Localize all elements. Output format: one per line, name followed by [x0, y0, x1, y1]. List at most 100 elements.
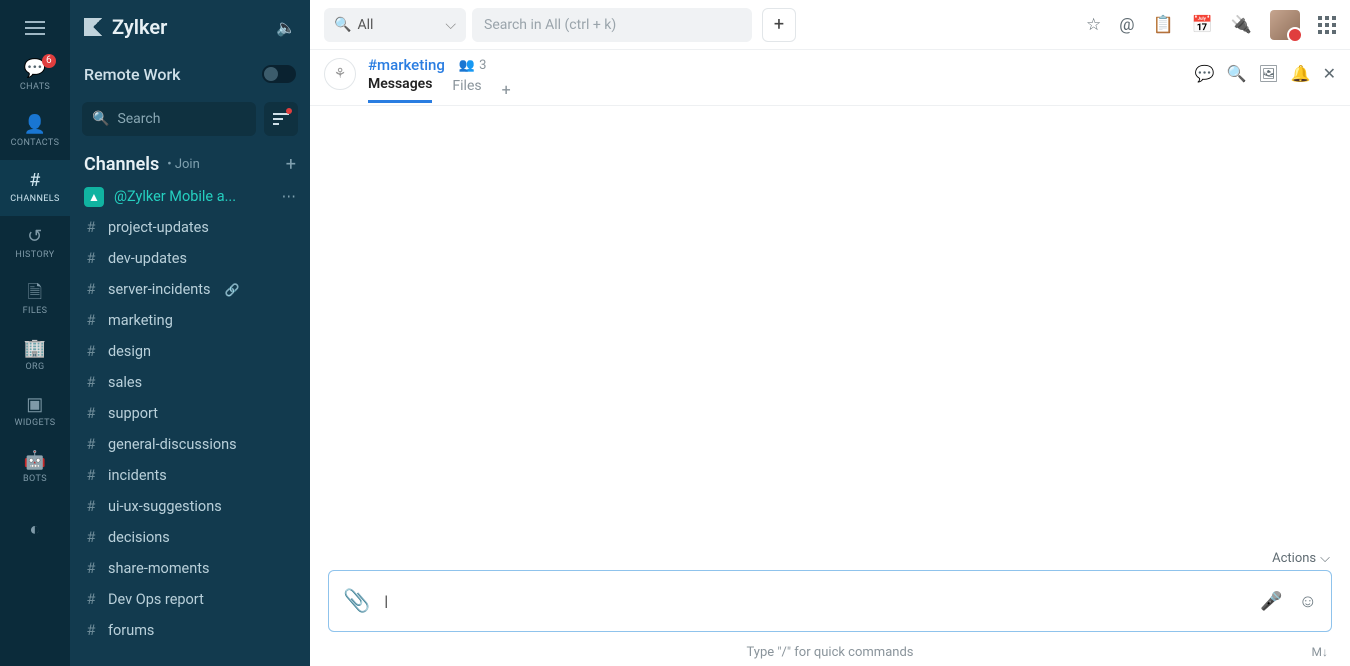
chevron-down-icon: ⌵ — [1320, 551, 1330, 566]
channel-name: decisions — [108, 529, 170, 546]
channel-item[interactable]: # share-moments — [70, 553, 310, 584]
sidebar: Zylker 🔈 Remote Work 🔍 Search Channels J… — [70, 0, 310, 666]
channel-list[interactable]: ▲@Zylker Mobile a...⋯#project-updates#de… — [70, 181, 310, 666]
calendar-icon[interactable]: 📅 — [1192, 15, 1213, 35]
channels-heading: Channels — [84, 154, 159, 175]
hash-icon: # — [84, 529, 98, 546]
close-icon[interactable]: ✕ — [1323, 64, 1336, 83]
tab-messages[interactable]: Messages — [368, 76, 432, 103]
channel-name: ui-ux-suggestions — [108, 498, 222, 515]
hash-icon: # — [84, 560, 98, 577]
actions-dropdown[interactable]: Actions ⌵ — [1272, 551, 1330, 566]
channel-item[interactable]: #sales — [70, 367, 310, 398]
attachment-icon[interactable]: 📎 — [343, 589, 370, 614]
add-channel-button[interactable]: + — [286, 154, 296, 175]
channel-name: Dev Ops report — [108, 591, 204, 608]
hash-icon: # — [84, 281, 98, 298]
hash-icon: # — [84, 498, 98, 515]
message-composer[interactable]: 📎 🎤 ☺ — [328, 570, 1332, 632]
channel-item[interactable]: # dev-updates — [70, 243, 310, 274]
rail-org[interactable]: 🏢 ORG — [0, 328, 70, 384]
channel-avatar: ⚘ — [324, 58, 356, 90]
search-icon: 🔍 — [334, 17, 351, 33]
channel-item[interactable]: ▲ @Zylker Mobile a... ⋯ — [70, 181, 310, 212]
plug-icon[interactable]: 🔌 — [1231, 15, 1252, 35]
add-tab-button[interactable]: + — [762, 8, 796, 42]
more-dots-icon[interactable]: ⋯ — [282, 188, 297, 205]
hash-icon: # — [84, 219, 98, 236]
channel-name: project-updates — [108, 219, 209, 236]
remote-work-toggle[interactable] — [262, 65, 296, 83]
tab-files[interactable]: Files — [452, 78, 481, 102]
sidebar-search[interactable]: 🔍 Search — [82, 102, 256, 136]
microphone-icon[interactable]: 🎤 — [1260, 591, 1282, 612]
channel-name: server-incidents — [108, 281, 211, 298]
unread-badge: 6 — [42, 54, 56, 68]
channel-title[interactable]: #marketing — [368, 56, 445, 74]
clipboard-icon[interactable]: 📋 — [1152, 15, 1173, 35]
mentions-icon[interactable]: @ — [1119, 15, 1134, 35]
rail-chats[interactable]: 6 💬 CHATS — [0, 48, 70, 104]
channel-item[interactable]: # ui-ux-suggestions — [70, 491, 310, 522]
hash-icon: # — [84, 374, 98, 391]
link-icon: 🔗 — [225, 283, 240, 297]
bell-icon[interactable]: 🔔 — [1291, 64, 1311, 83]
search-icon: 🔍 — [92, 111, 109, 127]
rail-channels[interactable]: # CHANNELS — [0, 160, 70, 216]
channel-item[interactable]: # decisions — [70, 522, 310, 553]
hash-icon: # — [84, 467, 98, 484]
channel-name: share-moments — [108, 560, 209, 577]
add-tab-icon[interactable]: + — [502, 80, 511, 99]
user-avatar[interactable] — [1270, 10, 1300, 40]
rail-widgets[interactable]: ▣ WIDGETS — [0, 384, 70, 440]
hash-icon: # — [84, 405, 98, 422]
rail-history[interactable]: ↺ HISTORY — [0, 216, 70, 272]
hash-icon: # — [84, 312, 98, 329]
channel-item[interactable]: # project-updates — [70, 212, 310, 243]
channel-item[interactable]: #support — [70, 398, 310, 429]
star-icon[interactable]: ☆ — [1086, 15, 1101, 35]
hash-icon: # — [84, 436, 98, 453]
bot-icon: 🤖 — [24, 452, 47, 470]
media-icon[interactable]: 🖼 — [1258, 64, 1278, 83]
chevron-down-icon: ⌵ — [445, 17, 456, 33]
channel-name: marketing — [108, 312, 173, 329]
hamburger-menu[interactable] — [0, 8, 70, 48]
channel-item[interactable]: #incidents — [70, 460, 310, 491]
rail-more[interactable]: ◐ — [0, 502, 70, 558]
reply-icon[interactable]: 💬 — [1195, 64, 1215, 83]
composer-hint: Type "/" for quick commands — [747, 645, 914, 660]
markdown-indicator[interactable]: M↓ — [1312, 645, 1328, 659]
search-channel-icon[interactable]: 🔍 — [1226, 64, 1246, 83]
sort-button[interactable] — [264, 102, 298, 136]
rail-bots[interactable]: 🤖 BOTS — [0, 440, 70, 496]
channel-item[interactable]: #general-discussions — [70, 429, 310, 460]
speaker-icon[interactable]: 🔈 — [276, 18, 296, 37]
contact-icon: 👤 — [24, 116, 47, 134]
channel-badge-icon: ▲ — [84, 187, 104, 207]
brand-name: Zylker — [112, 15, 266, 39]
file-icon: 🗎 — [28, 284, 43, 302]
channel-item[interactable]: #design — [70, 336, 310, 367]
channel-item[interactable]: # marketing — [70, 305, 310, 336]
member-count[interactable]: 👥 3 — [459, 58, 487, 73]
theme-icon: ◐ — [29, 521, 40, 539]
channel-item[interactable]: #forums — [70, 615, 310, 646]
message-input[interactable] — [384, 571, 1246, 631]
rail-files[interactable]: 🗎 FILES — [0, 272, 70, 328]
apps-grid-icon[interactable] — [1318, 16, 1336, 34]
channel-item[interactable]: # server-incidents 🔗 — [70, 274, 310, 305]
global-search-input[interactable]: Search in All (ctrl + k) — [472, 8, 752, 42]
channel-name: forums — [108, 622, 154, 639]
emoji-icon[interactable]: ☺ — [1299, 591, 1317, 612]
channel-name: dev-updates — [108, 250, 187, 267]
channel-name: design — [108, 343, 151, 360]
rail-contacts[interactable]: 👤 CONTACTS — [0, 104, 70, 160]
people-icon: 👥 — [459, 58, 475, 73]
widgets-icon: ▣ — [26, 396, 43, 414]
search-scope-dropdown[interactable]: 🔍 All ⌵ — [324, 8, 466, 42]
join-link[interactable]: Join — [167, 157, 200, 172]
hash-icon: # — [84, 250, 98, 267]
channel-name: @Zylker Mobile a... — [114, 188, 236, 205]
channel-item[interactable]: #Dev Ops report — [70, 584, 310, 615]
